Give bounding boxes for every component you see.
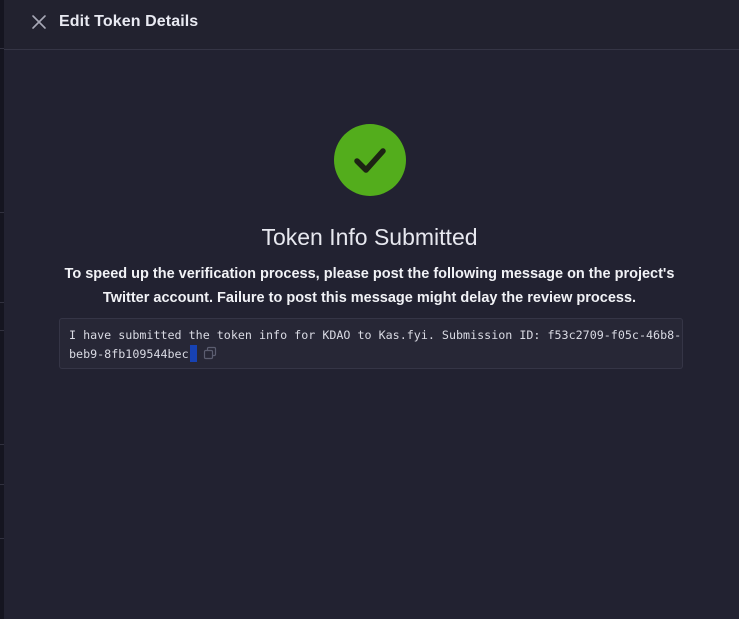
close-icon <box>32 15 46 29</box>
edge-divider <box>0 212 4 213</box>
close-button[interactable] <box>29 12 49 32</box>
message-line-1[interactable]: I have submitted the token info for KDAO… <box>69 326 681 345</box>
message-line-2[interactable]: beb9-8fb109544bec <box>69 347 189 361</box>
dialog-title: Edit Token Details <box>59 13 199 30</box>
copy-button[interactable] <box>203 346 217 360</box>
edit-token-details-dialog: Edit Token Details Token Info Submitted … <box>0 0 739 619</box>
edge-divider <box>0 302 4 303</box>
instructions-line-2: Twitter account. Failure to post this me… <box>102 290 637 306</box>
submission-status-title: Token Info Submitted <box>261 224 478 250</box>
message-line-2-wrapper[interactable]: beb9-8fb109544bec <box>69 345 197 364</box>
submission-message-box[interactable]: I have submitted the token info for KDAO… <box>59 318 683 369</box>
text-selection-cursor <box>189 345 197 362</box>
edge-divider <box>0 484 4 485</box>
instructions-line-1: To speed up the verification process, pl… <box>64 266 675 282</box>
edge-divider <box>0 330 4 331</box>
edge-divider <box>0 538 4 539</box>
verification-instructions: To speed up the verification process, pl… <box>40 262 699 310</box>
success-check-badge <box>334 124 406 196</box>
left-edge-strip <box>0 0 4 619</box>
dialog-header: Edit Token Details <box>4 0 739 50</box>
copy-icon <box>203 346 216 360</box>
edge-divider <box>0 444 4 445</box>
check-icon <box>354 148 386 173</box>
